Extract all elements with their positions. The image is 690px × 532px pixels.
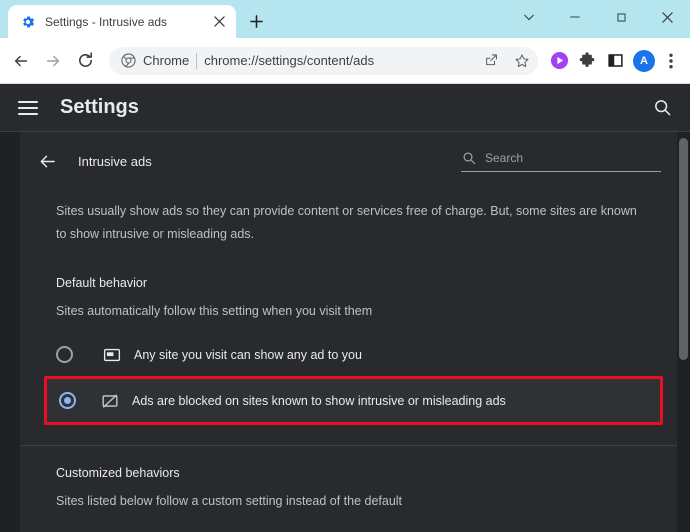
settings-header: Settings <box>0 84 690 132</box>
minimize-button[interactable] <box>552 0 598 34</box>
breadcrumb: Intrusive ads <box>20 132 677 172</box>
address-bar[interactable]: Chrome chrome://settings/content/ads <box>109 47 538 75</box>
option-block-intrusive-ads[interactable]: Ads are blocked on sites known to show i… <box>44 376 663 425</box>
tab-search-button[interactable] <box>506 0 552 34</box>
radio-selected[interactable] <box>59 392 76 409</box>
option-label: Ads are blocked on sites known to show i… <box>132 394 506 408</box>
option-label: Any site you visit can show any ad to yo… <box>134 348 362 362</box>
title-bar: Settings - Intrusive ads <box>0 0 690 38</box>
star-icon[interactable] <box>510 49 534 73</box>
browser-window: Settings - Intrusive ads <box>0 0 690 532</box>
extensions-puzzle-icon[interactable] <box>574 48 600 74</box>
browser-toolbar: Chrome chrome://settings/content/ads <box>0 38 690 84</box>
default-behavior-subtitle: Sites automatically follow this setting … <box>56 304 677 318</box>
radio-unselected[interactable] <box>56 346 73 363</box>
close-button[interactable] <box>644 0 690 34</box>
reload-icon[interactable] <box>70 46 100 76</box>
omnibox-url: chrome://settings/content/ads <box>204 53 472 68</box>
search-icon <box>461 150 476 165</box>
ad-window-icon <box>102 345 121 364</box>
tab-title: Settings - Intrusive ads <box>45 15 201 29</box>
section-divider <box>20 445 677 446</box>
side-panel-icon[interactable] <box>602 48 628 74</box>
kebab-menu-icon[interactable] <box>660 46 682 76</box>
media-play-extension-icon[interactable] <box>546 48 572 74</box>
omnibox-site-label: Chrome <box>143 53 189 68</box>
default-behavior-options: Any site you visit can show any ad to yo… <box>20 336 677 425</box>
avatar[interactable]: A <box>633 50 655 72</box>
customized-behaviors-subtitle: Sites listed below follow a custom setti… <box>56 494 677 508</box>
customized-behaviors-title: Customized behaviors <box>56 466 677 480</box>
option-allow-ads[interactable]: Any site you visit can show any ad to yo… <box>20 336 677 373</box>
page-title: Settings <box>60 96 628 119</box>
ad-blocked-icon <box>100 391 119 410</box>
scrollbar[interactable] <box>677 132 690 532</box>
settings-content-card: Intrusive ads Sites usually show ads so … <box>20 132 677 532</box>
browser-tab[interactable]: Settings - Intrusive ads <box>8 5 236 38</box>
maximize-button[interactable] <box>598 0 644 34</box>
search-icon[interactable] <box>650 96 674 120</box>
intro-paragraph: Sites usually show ads so they can provi… <box>56 200 637 246</box>
search-input[interactable] <box>485 151 661 165</box>
omnibox-divider <box>196 53 197 69</box>
scrollbar-thumb[interactable] <box>679 138 688 360</box>
close-icon[interactable] <box>210 13 228 31</box>
breadcrumb-label: Intrusive ads <box>78 154 441 169</box>
hamburger-icon[interactable] <box>18 97 38 119</box>
gear-icon <box>20 14 36 30</box>
back-arrow-icon[interactable] <box>6 46 36 76</box>
back-arrow-icon[interactable] <box>36 150 58 172</box>
chrome-logo-icon <box>120 49 136 73</box>
new-tab-button[interactable] <box>242 7 270 35</box>
default-behavior-title: Default behavior <box>56 276 677 290</box>
left-gutter <box>0 132 20 532</box>
settings-body: Intrusive ads Sites usually show ads so … <box>0 132 690 532</box>
window-controls <box>506 0 690 34</box>
share-icon[interactable] <box>479 49 503 73</box>
forward-arrow-icon[interactable] <box>38 46 68 76</box>
settings-search-box[interactable] <box>461 150 661 172</box>
